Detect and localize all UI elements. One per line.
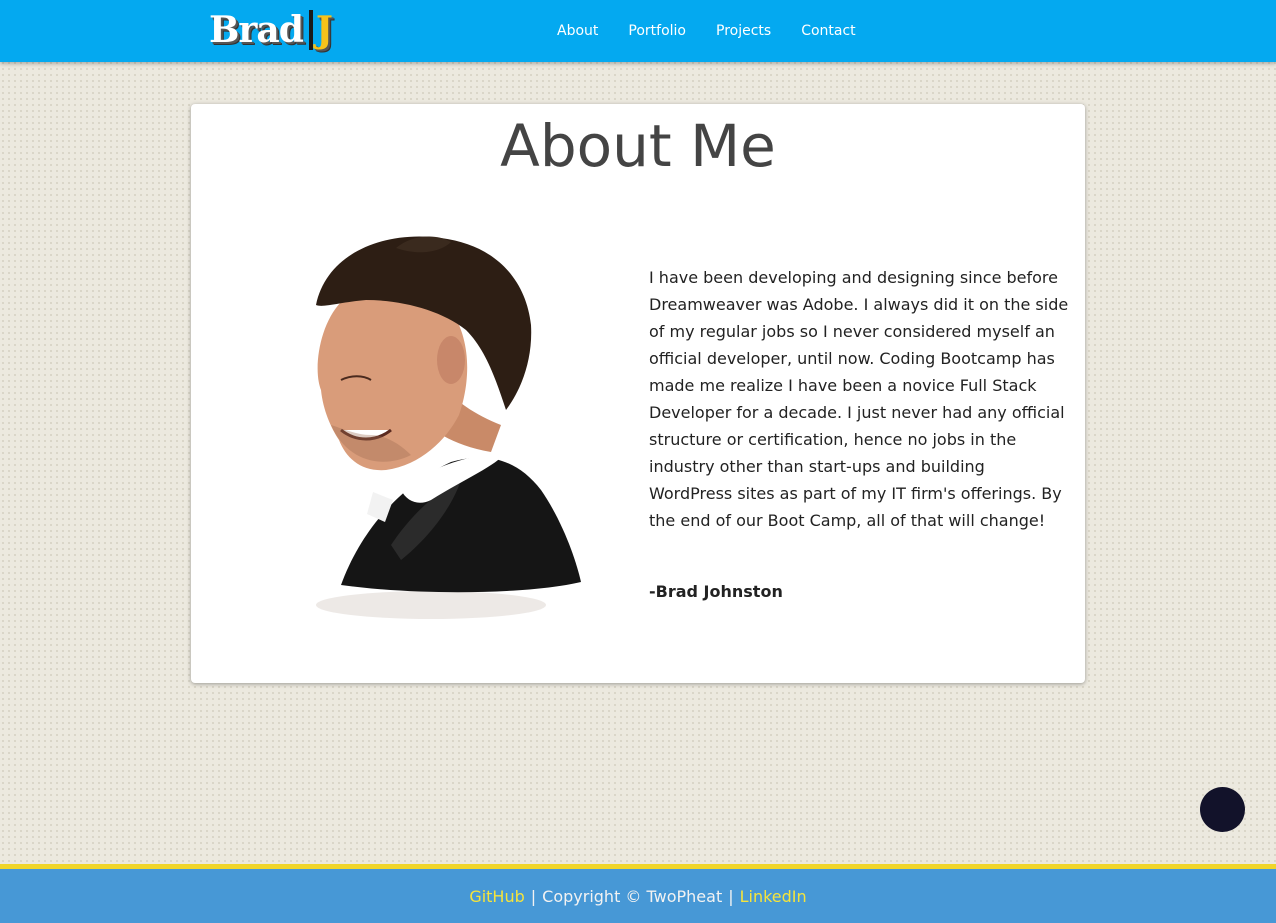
copyright-text: Copyright © TwoPheat <box>542 886 723 906</box>
footer: GitHub | Copyright © TwoPheat | LinkedIn <box>0 864 1276 923</box>
nav-link-projects[interactable]: Projects <box>716 23 771 39</box>
nav-link-portfolio[interactable]: Portfolio <box>628 23 686 39</box>
nav-link-contact[interactable]: Contact <box>801 23 855 39</box>
navbar: Brad J About Portfolio Projects Contact <box>0 0 1276 62</box>
brand-logo[interactable]: Brad J <box>209 6 333 54</box>
page-title: About Me <box>500 112 776 180</box>
brand-divider <box>308 10 313 50</box>
signature: -Brad Johnston <box>649 582 783 601</box>
about-card: About Me I have been developing and desi… <box>191 104 1085 683</box>
main-nav: About Portfolio Projects Contact <box>557 0 886 62</box>
brand-initial: J <box>315 9 333 51</box>
profile-photo <box>316 236 581 619</box>
nav-link-about[interactable]: About <box>557 23 598 39</box>
linkedin-link[interactable]: LinkedIn <box>740 887 807 906</box>
brand-name: Brad <box>209 9 304 51</box>
scroll-to-top-button[interactable] <box>1200 787 1245 832</box>
footer-separator: | <box>530 886 537 906</box>
bio-text: I have been developing and designing sin… <box>649 268 1069 530</box>
footer-separator: | <box>728 886 734 906</box>
github-link[interactable]: GitHub <box>469 887 524 906</box>
